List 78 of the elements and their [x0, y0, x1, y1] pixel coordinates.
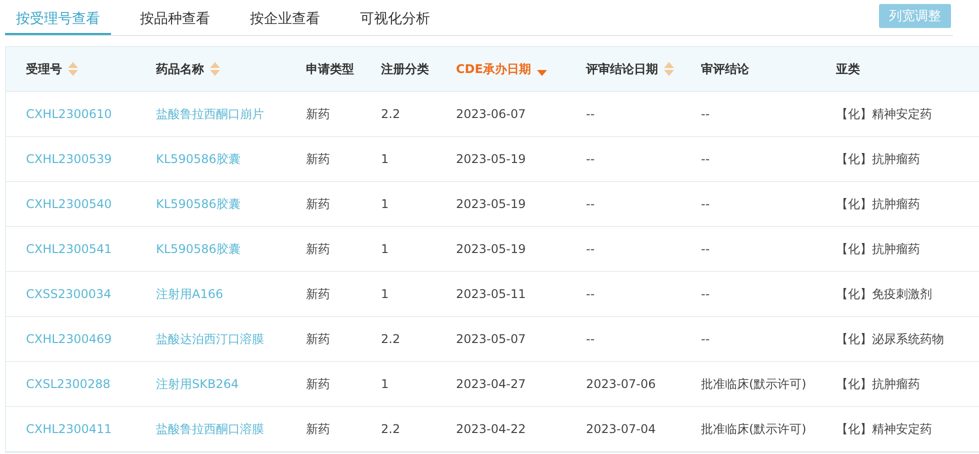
table-cell: 新药: [306, 106, 330, 120]
table-cell: 2.2: [381, 422, 400, 436]
sort-icon[interactable]: [664, 62, 674, 76]
application-number-link[interactable]: CXHL2300411: [26, 422, 112, 436]
column-header: 审评结论: [701, 60, 749, 78]
drug-name-link[interactable]: 盐酸鲁拉西酮口溶膜: [156, 422, 264, 436]
table-cell: --: [586, 242, 595, 256]
table-cell: 批准临床(默示许可): [701, 376, 806, 390]
table-cell: 2023-05-19: [456, 242, 526, 256]
application-number-link[interactable]: CXSS2300034: [26, 287, 112, 301]
table-cell: 新药: [306, 422, 330, 436]
table-cell: --: [701, 197, 710, 211]
table-cell: 批准临床(默示许可): [701, 422, 806, 436]
drug-name-link[interactable]: 盐酸鲁拉西酮口崩片: [156, 106, 264, 120]
column-header: 亚类: [836, 60, 860, 78]
drug-name-link[interactable]: KL590586胶囊: [156, 242, 240, 256]
table-cell: 2023-06-07: [456, 107, 526, 121]
tab[interactable]: 按受理号查看: [5, 0, 111, 35]
application-number-link[interactable]: CXHL2300469: [26, 332, 112, 346]
table-cell: --: [586, 152, 595, 166]
sort-icon[interactable]: [68, 62, 78, 76]
table-cell: 2023-04-27: [456, 377, 526, 391]
sort-icon[interactable]: [210, 62, 220, 76]
table-cell: 2023-07-06: [586, 377, 656, 391]
table-cell: 【化】精神安定药: [836, 422, 932, 436]
table-cell: 新药: [306, 376, 330, 390]
drug-name-link[interactable]: 注射用A166: [156, 286, 224, 300]
table-cell: 【化】泌尿系统药物: [836, 332, 944, 346]
column-header[interactable]: 受理号: [26, 60, 62, 78]
table-cell: 新药: [306, 152, 330, 166]
table-cell: --: [701, 107, 710, 121]
drug-name-link[interactable]: KL590586胶囊: [156, 196, 240, 210]
table-cell: 2023-07-04: [586, 422, 656, 436]
table-cell: 新药: [306, 286, 330, 300]
application-number-link[interactable]: CXHL2300539: [26, 152, 112, 166]
application-number-link[interactable]: CXHL2300610: [26, 107, 112, 121]
table-cell: 2023-05-19: [456, 197, 526, 211]
table-cell: 【化】抗肿瘤药: [836, 196, 920, 210]
tab[interactable]: 按品种查看: [129, 0, 221, 35]
table-cell: --: [701, 152, 710, 166]
table-cell: 1: [381, 287, 389, 301]
table-cell: 【化】免疫刺激剂: [836, 286, 932, 300]
table-cell: --: [586, 197, 595, 211]
column-header: 申请类型: [306, 60, 354, 78]
application-number-link[interactable]: CXHL2300540: [26, 197, 112, 211]
table-cell: 新药: [306, 196, 330, 210]
column-header[interactable]: 药品名称: [156, 60, 204, 78]
table-cell: 【化】抗肿瘤药: [836, 376, 920, 390]
table-cell: --: [586, 107, 595, 121]
tab[interactable]: 可视化分析: [349, 0, 441, 35]
table-cell: --: [586, 287, 595, 301]
table-cell: 【化】精神安定药: [836, 106, 932, 120]
column-width-button[interactable]: 列宽调整: [879, 4, 951, 28]
table-cell: --: [586, 332, 595, 346]
table-cell: 1: [381, 242, 389, 256]
drug-name-link[interactable]: 盐酸达泊西汀口溶膜: [156, 332, 264, 346]
table-cell: --: [701, 332, 710, 346]
table-cell: 新药: [306, 332, 330, 346]
table-cell: 2023-05-19: [456, 152, 526, 166]
table-cell: 1: [381, 377, 389, 391]
tab[interactable]: 按企业查看: [239, 0, 331, 35]
drug-name-link[interactable]: 注射用SKB264: [156, 376, 239, 390]
table-cell: 2023-05-11: [456, 287, 526, 301]
table-cell: 新药: [306, 242, 330, 256]
table-cell: --: [701, 242, 710, 256]
table-cell: 2.2: [381, 332, 400, 346]
application-number-link[interactable]: CXHL2300541: [26, 242, 112, 256]
drug-name-link[interactable]: KL590586胶囊: [156, 152, 240, 166]
table-cell: 2023-05-07: [456, 332, 526, 346]
table-cell: --: [701, 287, 710, 301]
table-cell: 【化】抗肿瘤药: [836, 152, 920, 166]
table-cell: 【化】抗肿瘤药: [836, 242, 920, 256]
column-header: 注册分类: [381, 60, 429, 78]
table-cell: 2023-04-22: [456, 422, 526, 436]
table-cell: 2.2: [381, 107, 400, 121]
table-cell: 1: [381, 197, 389, 211]
table-cell: 1: [381, 152, 389, 166]
application-number-link[interactable]: CXSL2300288: [26, 377, 110, 391]
